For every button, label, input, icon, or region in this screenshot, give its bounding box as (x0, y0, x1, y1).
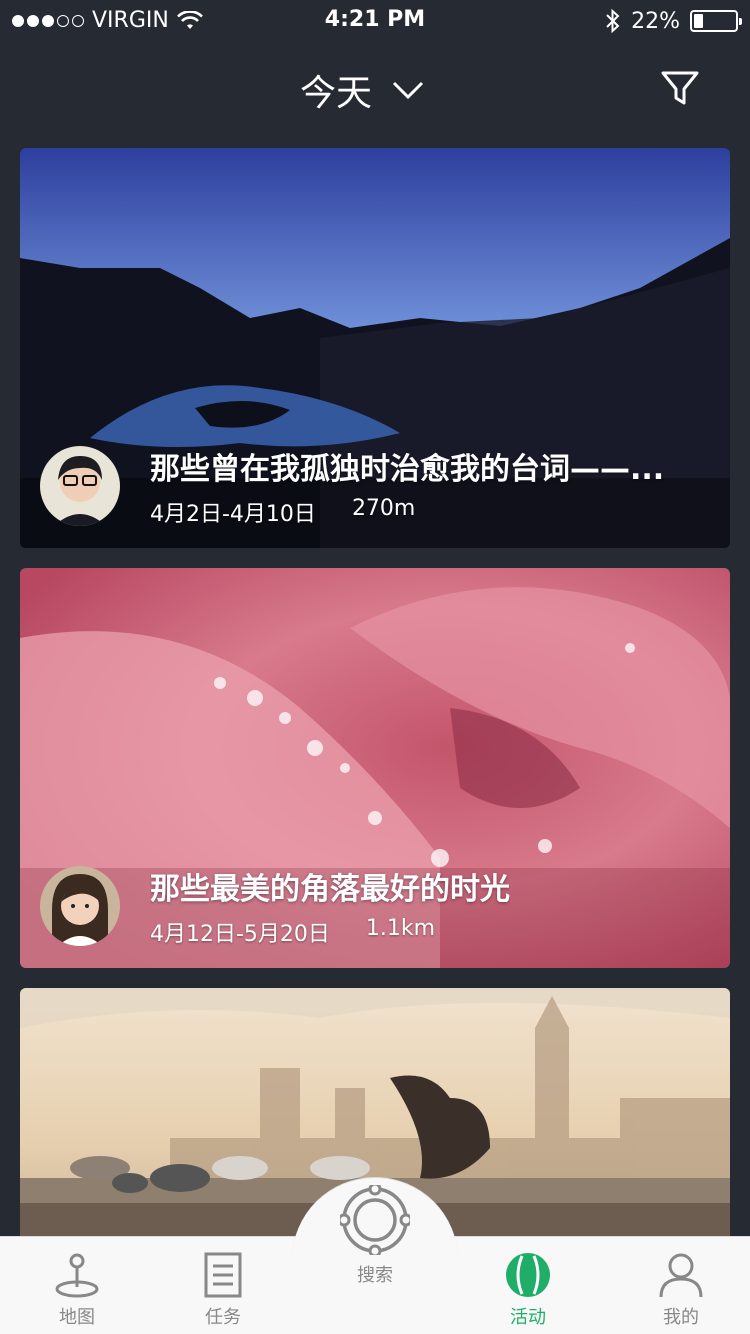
card-meta: 4月12日-5月20日 1.1km (150, 916, 510, 948)
battery-percent: 22% (631, 8, 680, 34)
activity-card[interactable]: 那些最美的角落最好的时光 4月12日-5月20日 1.1km (20, 568, 730, 968)
bluetooth-icon (606, 8, 620, 34)
avatar[interactable] (40, 866, 120, 946)
status-bar: VIRGIN 4:21 PM 22% (0, 0, 750, 40)
distance: 270m (351, 496, 416, 521)
card-title: 那些曾在我孤独时治愈我的台词——... (150, 452, 665, 487)
chevron-down-icon (392, 81, 424, 100)
avatar[interactable] (40, 446, 120, 526)
tab-label: 活动 (510, 1307, 546, 1328)
ball-icon (506, 1253, 550, 1297)
tab-search[interactable]: 搜索 (315, 1185, 435, 1287)
filter-icon[interactable] (660, 68, 700, 108)
map-pin-icon (55, 1253, 99, 1298)
tab-activity[interactable]: 活动 (468, 1251, 588, 1329)
card-title: 那些最美的角落最好的时光 (150, 872, 510, 907)
card-info: 那些最美的角落最好的时光 4月12日-5月20日 1.1km (40, 864, 510, 948)
tab-label: 搜索 (357, 1265, 393, 1286)
distance: 1.1km (365, 916, 436, 941)
status-right: 22% (605, 8, 742, 34)
tab-me[interactable]: 我的 (621, 1251, 741, 1329)
tab-map[interactable]: 地图 (17, 1251, 137, 1329)
tab-label: 我的 (663, 1307, 699, 1328)
activity-card[interactable]: 那些曾在我孤独时治愈我的台词——... 4月2日-4月10日 270m (20, 148, 730, 548)
battery-fill (694, 14, 703, 28)
card-text: 那些最美的角落最好的时光 4月12日-5月20日 1.1km (150, 864, 510, 948)
card-text: 那些曾在我孤独时治愈我的台词——... 4月2日-4月10日 270m (150, 444, 664, 528)
card-info: 那些曾在我孤独时治愈我的台词——... 4月2日-4月10日 270m (40, 444, 664, 528)
person-icon (659, 1253, 703, 1298)
date-range: 4月12日-5月20日 (150, 922, 330, 947)
date-selector[interactable]: 今天 (300, 64, 424, 116)
document-icon (204, 1252, 242, 1298)
tab-tasks[interactable]: 任务 (163, 1251, 283, 1329)
tab-label: 地图 (59, 1307, 95, 1328)
search-target-icon (340, 1185, 410, 1255)
tab-label: 任务 (205, 1307, 241, 1328)
date-range: 4月2日-4月10日 (150, 502, 316, 527)
battery-icon (690, 10, 742, 32)
page-title: 今天 (300, 73, 373, 114)
header: 今天 (0, 50, 750, 130)
card-meta: 4月2日-4月10日 270m (150, 496, 664, 528)
tab-bar: 地图 任务 搜索 活动 我的 (0, 1177, 750, 1334)
